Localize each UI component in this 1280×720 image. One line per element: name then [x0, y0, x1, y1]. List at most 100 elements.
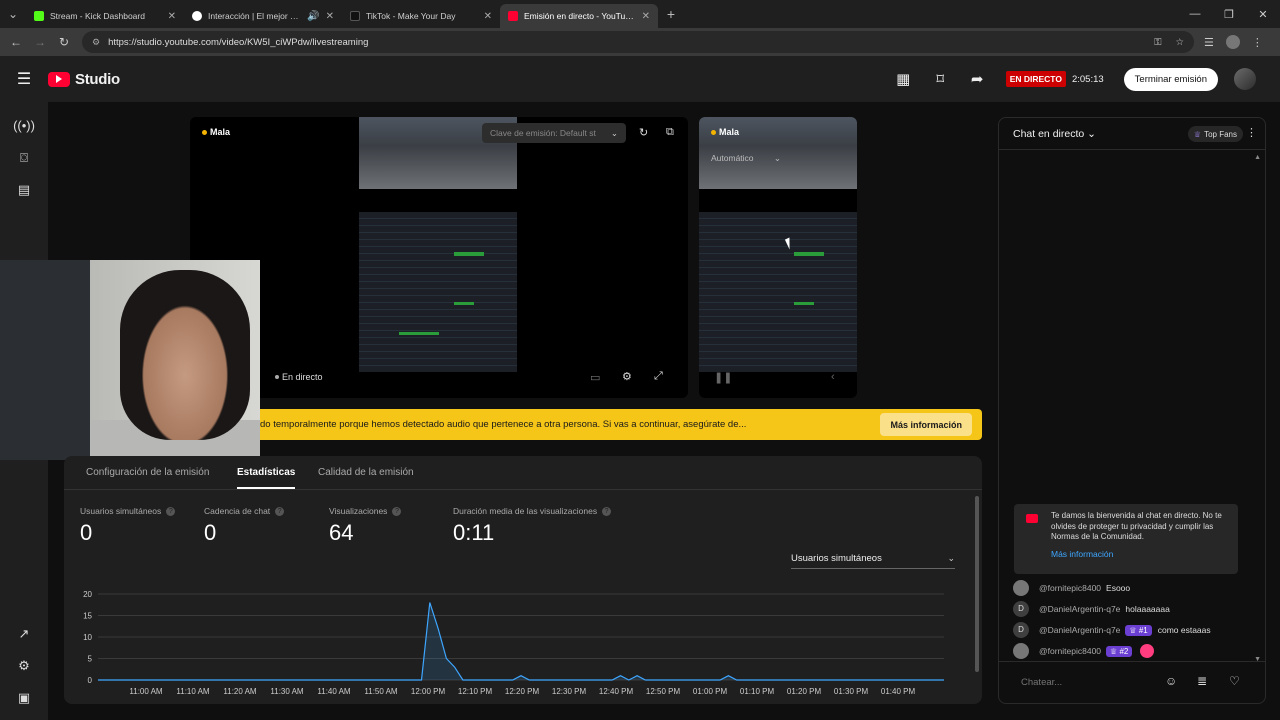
help-icon[interactable]: ?	[275, 506, 285, 516]
top-fans-button[interactable]: ♕ Top Fans	[1187, 126, 1243, 142]
url-input[interactable]: ⚙ https://studio.youtube.com/video/KW5I_…	[82, 31, 1194, 53]
browser-tab-kick[interactable]: Stream - Kick Dashboard ✕	[26, 4, 184, 28]
avatar[interactable]	[1013, 580, 1029, 596]
stream-preview[interactable]: Mala Clave de emisión: Default st ⌄ ↻ ⧉ …	[190, 117, 688, 398]
stream-key-select[interactable]: Clave de emisión: Default st ⌄	[482, 123, 626, 143]
help-icon[interactable]: ?	[392, 506, 402, 516]
avatar[interactable]: D	[1013, 601, 1029, 617]
secondary-preview[interactable]: Mala Automático ⌄ ❚❚ ‹	[699, 117, 857, 398]
url-text: https://studio.youtube.com/video/KW5I_ci…	[108, 36, 369, 48]
tab-search-icon[interactable]: ⌄	[0, 0, 26, 28]
x-tick-label: 11:00 AM	[129, 687, 163, 696]
calendar-icon[interactable]: ▤	[0, 182, 48, 198]
screen-capture-thumbnail	[359, 212, 517, 372]
metric-avg-view-duration: Duración media de las visualizaciones? 0…	[453, 506, 612, 546]
avatar[interactable]: D	[1013, 622, 1029, 638]
more-options-icon[interactable]: ⋮	[1246, 126, 1257, 139]
avatar[interactable]	[1013, 643, 1029, 659]
tab-stream-settings[interactable]: Configuración de la emisión	[86, 467, 209, 478]
more-info-button[interactable]: Más información	[880, 413, 972, 436]
help-icon[interactable]: ?	[166, 506, 176, 516]
more-info-link[interactable]: Más información	[1051, 549, 1228, 560]
help-icon[interactable]: ?	[602, 506, 612, 516]
emoji-icon[interactable]: ☺	[1165, 674, 1177, 688]
chat-mode-select[interactable]: Chat en directo ⌄	[1013, 128, 1096, 140]
x-tick-label: 11:30 AM	[270, 687, 304, 696]
tab-title: TikTok - Make Your Day	[366, 11, 456, 21]
end-stream-button[interactable]: Terminar emisión	[1123, 67, 1218, 91]
camera-icon[interactable]: ⌼	[0, 150, 48, 166]
back-icon[interactable]: ←	[4, 35, 28, 49]
preview-status-tag: Mala	[711, 127, 739, 137]
bookmark-icon[interactable]: ⌑	[922, 70, 959, 88]
quality-select[interactable]: Automático ⌄	[711, 153, 781, 164]
external-link-icon[interactable]: ↗	[0, 626, 48, 642]
live-indicator: En directo	[275, 372, 323, 382]
x-tick-label: 12:20 PM	[505, 687, 540, 696]
panel-scrollbar[interactable]	[975, 496, 979, 672]
y-tick-label: 0	[88, 676, 93, 685]
copy-icon[interactable]: ⧉	[666, 126, 674, 139]
captions-icon[interactable]: ▭	[590, 371, 600, 384]
close-icon[interactable]: ✕	[484, 11, 492, 22]
chat-message: @fornitepic8400 ♕ #2	[1013, 643, 1155, 659]
reload-icon[interactable]: ↻	[52, 35, 76, 49]
chevron-left-icon[interactable]: ‹	[831, 371, 835, 383]
x-tick-label: 12:50 PM	[646, 687, 681, 696]
stream-broadcast-icon[interactable]: ((•))	[0, 118, 48, 133]
studio-logo[interactable]: Studio	[48, 71, 120, 88]
browser-tab-interaccion[interactable]: Interacción | El mejor software 🔊 ✕	[184, 4, 342, 28]
bookmark-star-icon[interactable]: ☆	[1175, 37, 1184, 48]
metric-views: Visualizaciones? 64	[329, 506, 402, 546]
chevron-down-icon: ⌄	[1087, 127, 1096, 140]
tab-statistics[interactable]: Estadísticas	[237, 467, 296, 489]
scroll-up-icon[interactable]: ▲	[1254, 154, 1261, 161]
close-icon[interactable]: ✕	[168, 11, 176, 22]
new-tab-icon[interactable]: +	[658, 6, 684, 22]
schedule-icon[interactable]: ▦	[885, 70, 922, 88]
live-timer: 2:05:13	[1071, 73, 1104, 85]
account-avatar[interactable]	[1234, 68, 1256, 90]
pause-icon[interactable]: ❚❚	[714, 371, 732, 384]
x-tick-label: 11:50 AM	[364, 687, 398, 696]
share-icon[interactable]: ➦	[959, 70, 996, 88]
chat-input-bar: ☺ ≣ ♡	[999, 661, 1265, 703]
screen-capture-thumbnail	[699, 212, 857, 372]
settings-gear-icon[interactable]: ⚙	[622, 370, 632, 383]
chat-input[interactable]	[1011, 671, 1161, 693]
close-window-icon[interactable]: ✕	[1246, 8, 1280, 21]
reading-list-icon[interactable]: ☰	[1204, 36, 1214, 49]
y-tick-label: 10	[83, 633, 92, 642]
chat-header: Chat en directo ⌄ ♕ Top Fans ⋮	[999, 118, 1265, 150]
x-tick-label: 01:30 PM	[834, 687, 869, 696]
poll-icon[interactable]: ≣	[1197, 674, 1207, 688]
browser-tab-youtube-studio[interactable]: Emisión en directo - YouTube Studio ✕	[500, 4, 658, 28]
site-info-icon[interactable]: ⚙	[92, 37, 100, 48]
profile-avatar[interactable]	[1225, 35, 1240, 49]
x-tick-label: 11:40 AM	[317, 687, 351, 696]
password-key-icon[interactable]: ⚿	[1154, 37, 1161, 48]
forward-icon[interactable]: →	[28, 35, 52, 49]
close-icon[interactable]: ✕	[326, 11, 334, 22]
hamburger-menu-icon[interactable]: ☰	[0, 69, 48, 89]
browser-tab-tiktok[interactable]: TikTok - Make Your Day ✕	[342, 4, 500, 28]
settings-gear-icon[interactable]: ⚙	[0, 658, 48, 674]
chat-message: D @DanielArgentin-q7e ♕ #1 como estaaas	[1013, 622, 1211, 638]
maximize-icon[interactable]: ❐	[1212, 8, 1246, 21]
interaccion-favicon-icon	[192, 11, 202, 21]
heart-icon[interactable]: ♡	[1229, 674, 1240, 688]
x-tick-label: 12:00 PM	[411, 687, 446, 696]
browser-menu-icon[interactable]: ⋮	[1252, 36, 1263, 49]
refresh-icon[interactable]: ↻	[639, 126, 648, 139]
audio-icon[interactable]: 🔊	[307, 11, 319, 22]
x-tick-label: 12:40 PM	[599, 687, 634, 696]
viewers-line-chart: 0 5 10 15 20 11:00 AM 11:10 AM 11:20 AM 11:30 AM…	[83, 590, 944, 696]
close-icon[interactable]: ✕	[642, 11, 650, 22]
youtube-favicon-icon	[508, 11, 518, 21]
metric-dropdown[interactable]: Usuarios simultáneos ⌄	[791, 549, 955, 569]
minimize-icon[interactable]: —	[1178, 8, 1212, 20]
fullscreen-icon[interactable]: ⤢	[654, 370, 663, 383]
tab-stream-quality[interactable]: Calidad de la emisión	[318, 467, 414, 478]
metric-chat-rate: Cadencia de chat? 0	[204, 506, 285, 546]
feedback-icon[interactable]: ▣	[0, 690, 48, 706]
